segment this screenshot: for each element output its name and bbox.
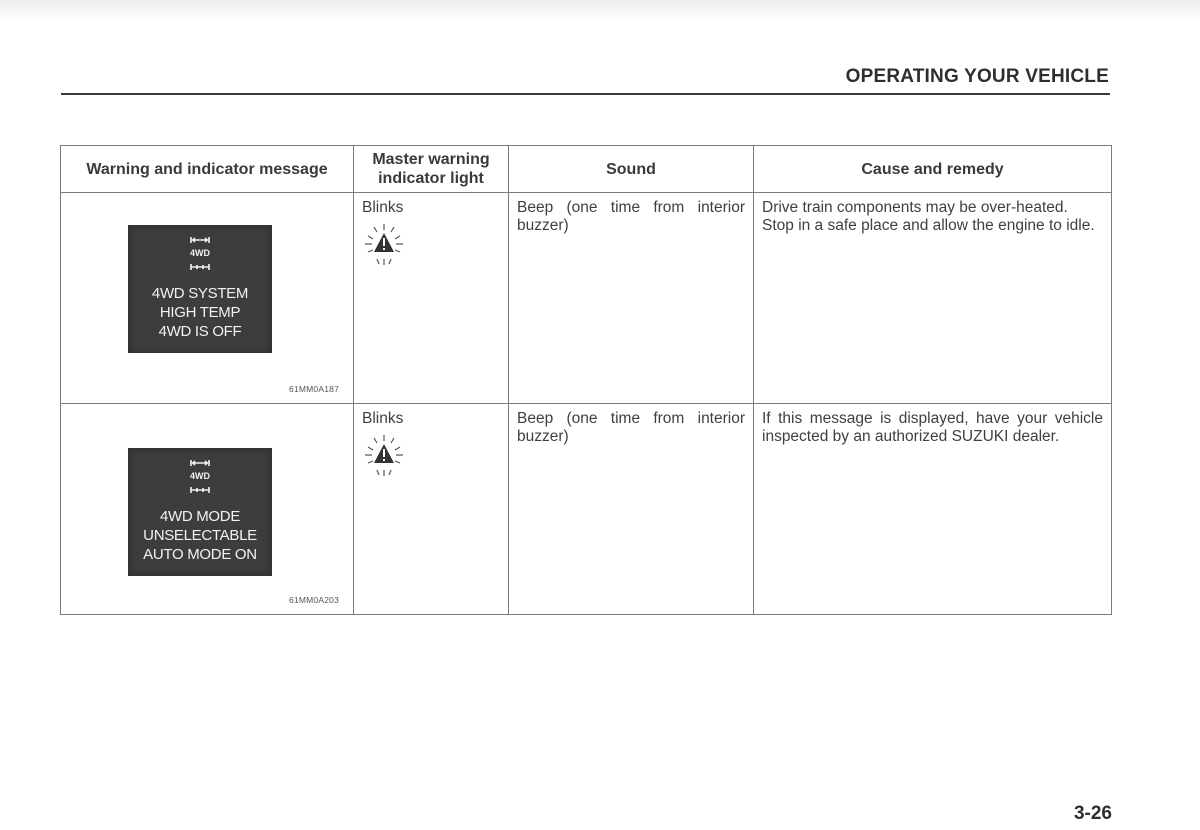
- master-light-status: Blinks: [362, 199, 404, 216]
- display-message: 4WD MODE UNSELECTABLE AUTO MODE ON: [143, 508, 257, 563]
- column-header-sound: Sound: [508, 145, 754, 193]
- image-code: 61MM0A187: [289, 384, 339, 394]
- 4wd-drivetrain-icon: 4WD: [189, 231, 211, 276]
- column-header-cause: Cause and remedy: [753, 145, 1112, 193]
- message-cell: 4WD 4WD SYSTEM HIGH TEMP 4WD IS OFF 61MM…: [60, 192, 354, 404]
- page-number: 3-26: [1073, 803, 1112, 824]
- display-message: 4WD SYSTEM HIGH TEMP 4WD IS OFF: [151, 285, 249, 340]
- sound-cell: Beep (one time from interior buzzer): [508, 403, 754, 615]
- 4wd-drivetrain-icon: 4WD: [189, 454, 211, 499]
- master-light-status: Blinks: [362, 410, 404, 427]
- section-title: OPERATING YOUR VEHICLE: [845, 66, 1109, 87]
- image-code: 61MM0A203: [289, 595, 339, 605]
- column-header-master-light: Master warning indicator light: [353, 145, 509, 193]
- master-warning-triangle-icon: [360, 221, 500, 272]
- info-display-image: 4WD 4WD MODE UNSELECTABLE AUTO MODE ON: [128, 448, 272, 576]
- warning-message-table: Warning and indicator message Master war…: [60, 145, 1112, 615]
- master-light-cell: Blinks: [353, 403, 509, 615]
- info-display-image: 4WD 4WD SYSTEM HIGH TEMP 4WD IS OFF: [128, 225, 272, 353]
- table-row: 4WD 4WD SYSTEM HIGH TEMP 4WD IS OFF 61MM…: [60, 192, 1112, 404]
- master-warning-triangle-icon: [360, 432, 500, 483]
- table-row: 4WD 4WD MODE UNSELECTABLE AUTO MODE ON 6…: [60, 403, 1112, 615]
- cause-cell: Drive train components may be over-heate…: [753, 192, 1112, 404]
- header-rule: [61, 93, 1110, 95]
- master-light-cell: Blinks: [353, 192, 509, 404]
- page-top-shade: [0, 0, 1200, 20]
- cause-cell: If this message is displayed, have your …: [753, 403, 1112, 615]
- message-cell: 4WD 4WD MODE UNSELECTABLE AUTO MODE ON 6…: [60, 403, 354, 615]
- table-header-row: Warning and indicator message Master war…: [60, 145, 1112, 193]
- sound-cell: Beep (one time from interior buzzer): [508, 192, 754, 404]
- column-header-message: Warning and indicator message: [60, 145, 354, 193]
